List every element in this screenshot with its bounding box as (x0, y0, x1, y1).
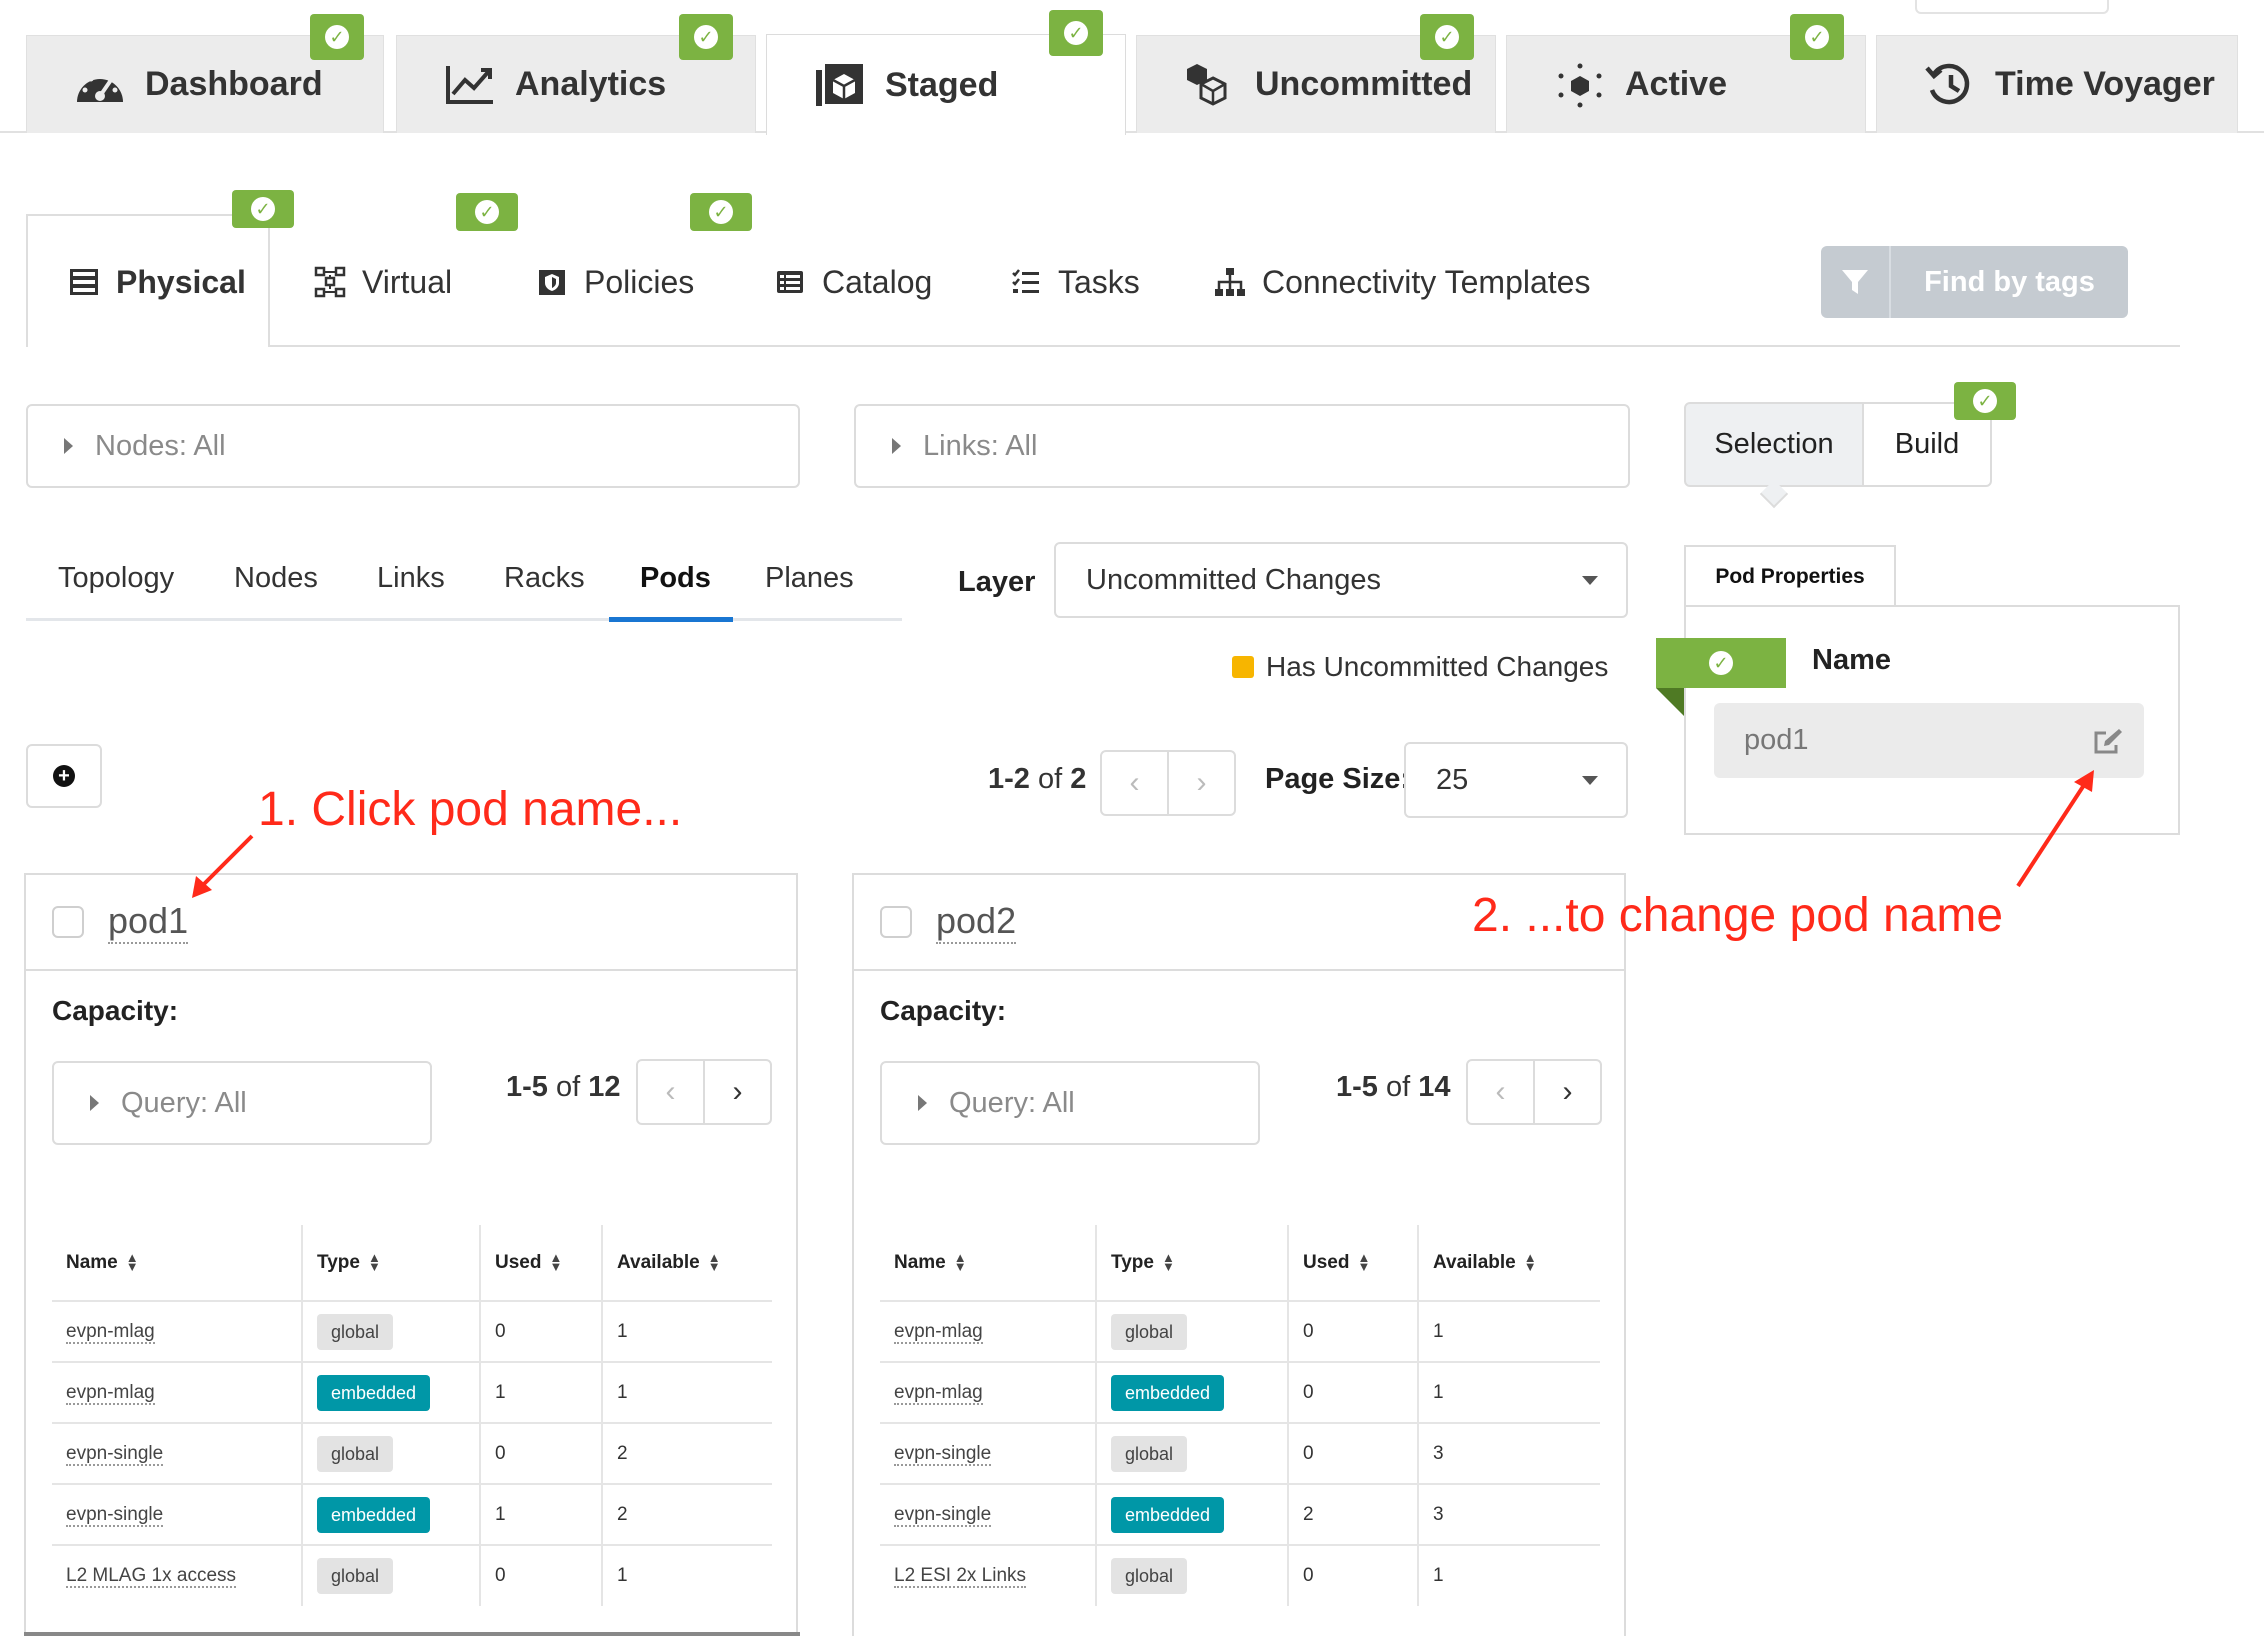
arrow-step1 (198, 834, 254, 890)
annotation-arrows (192, 770, 2094, 898)
arrow-step2 (2016, 780, 2088, 888)
